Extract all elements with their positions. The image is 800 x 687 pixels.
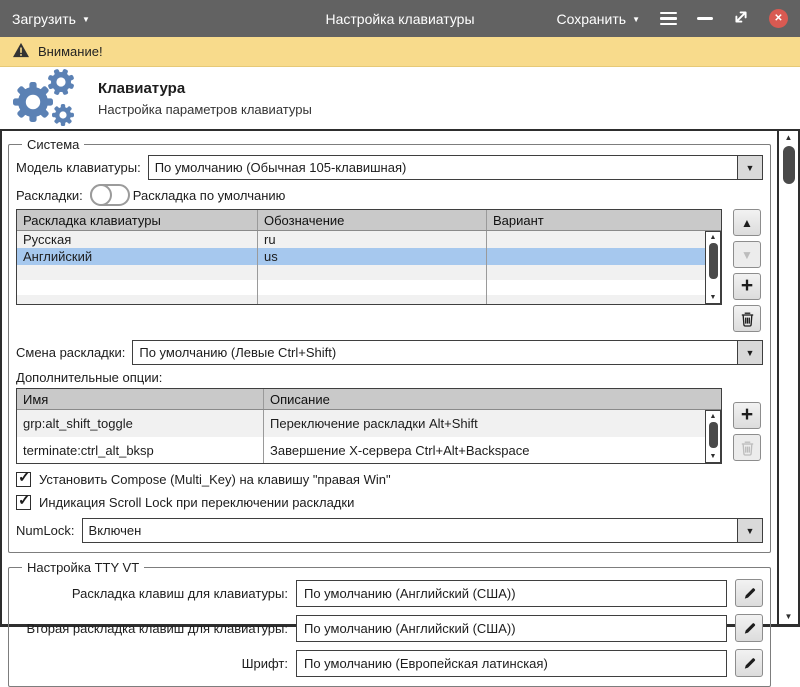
save-menu-button[interactable]: Сохранить ▼ [557, 11, 641, 27]
cell-variant [487, 248, 721, 265]
layouts-label: Раскладки: [16, 187, 83, 203]
scroll-up-icon[interactable]: ▲ [710, 412, 717, 421]
column-header-code: Обозначение [258, 210, 487, 230]
layout-switch-label: Смена раскладки: [16, 345, 126, 360]
content-area: Система Модель клавиатуры: По умолчанию … [0, 129, 800, 687]
compose-checkbox[interactable]: ✓ [16, 469, 31, 487]
column-header-name: Имя [17, 389, 264, 409]
scrollbar-thumb[interactable] [708, 422, 718, 448]
column-header-variant: Вариант [493, 212, 544, 228]
menu-icon[interactable] [660, 11, 677, 26]
layout-table: Раскладка клавиатуры Обозначение Вариант… [16, 209, 722, 305]
tty-layout2-label: Вторая раскладка клавиш для клавиатуры: [26, 620, 288, 636]
delete-option-button[interactable] [733, 434, 761, 461]
edit-tty-layout2-button[interactable] [735, 614, 763, 642]
chevron-down-icon: ▼ [632, 15, 640, 24]
table-row-english-selected[interactable]: Английский us [17, 248, 721, 265]
chevron-down-icon: ▼ [81, 15, 90, 24]
scroll-down-icon[interactable]: ▼ [785, 612, 793, 622]
add-layout-button[interactable]: + [733, 273, 761, 300]
table-row-option[interactable]: grp:alt_shift_toggle Переключение раскла… [17, 410, 721, 437]
scroll-down-icon[interactable]: ▼ [710, 452, 717, 461]
warning-text: Внимание! [38, 44, 103, 59]
page-header: Клавиатура Настройка параметров клавиату… [0, 67, 800, 129]
options-table-scrollbar[interactable]: ▲ ▼ [705, 410, 721, 463]
layout-switch-value: По умолчанию (Левые Ctrl+Shift) [139, 345, 337, 360]
tty-font-value: По умолчанию (Европейская латинская) [304, 655, 548, 671]
cell-code: ru [258, 231, 487, 248]
compose-checkbox-label: Установить Compose (Multi_Key) на клавиш… [39, 472, 391, 487]
tty-font-label: Шрифт: [241, 655, 288, 671]
cell-layout: Русская [17, 231, 258, 248]
scroll-down-icon[interactable]: ▼ [710, 293, 717, 302]
expand-icon[interactable] [733, 9, 749, 28]
numlock-select[interactable]: Включен ▼ [81, 518, 763, 543]
main-scrollbar[interactable]: ▲ ▼ [777, 131, 798, 624]
edit-tty-layout-button[interactable] [735, 579, 763, 607]
options-table-header: Имя Описание [17, 389, 721, 410]
layout-table-header: Раскладка клавиатуры Обозначение Вариант [17, 210, 721, 231]
column-header-description: Описание [270, 391, 330, 407]
cell-code: us [258, 248, 487, 265]
table-row-russian[interactable]: Русская ru [17, 231, 721, 248]
layouts-default-toggle[interactable] [89, 184, 130, 206]
extra-options-label: Дополнительные опции: [16, 370, 163, 385]
table-row-option[interactable]: terminate:ctrl_alt_bksp Завершение X-сер… [17, 437, 721, 463]
delete-layout-button[interactable] [733, 305, 761, 332]
add-option-button[interactable]: + [733, 402, 761, 429]
layouts-toggle-text: Раскладка по умолчанию [132, 187, 286, 203]
gears-icon [6, 67, 82, 130]
numlock-value: Включен [88, 523, 142, 538]
tty-section-legend: Настройка TTY VT [27, 560, 140, 575]
warning-icon [12, 42, 30, 61]
scrollbar-thumb[interactable] [782, 146, 795, 184]
tty-layout-field[interactable]: По умолчанию (Английский (США)) [296, 579, 727, 607]
tty-section: Настройка TTY VT Раскладка клавиш для кл… [8, 560, 771, 687]
save-menu-label: Сохранить [556, 10, 627, 27]
tty-font-field[interactable]: По умолчанию (Европейская латинская) [296, 649, 727, 677]
keyboard-model-select[interactable]: По умолчанию (Обычная 105-клавишная) ▼ [147, 155, 763, 180]
cell-option-name: terminate:ctrl_alt_bksp [17, 437, 264, 463]
page-title: Клавиатура [98, 79, 186, 97]
tty-layout-label: Раскладка клавиш для клавиатуры: [71, 585, 288, 601]
scroll-up-icon[interactable]: ▲ [785, 133, 793, 143]
cell-variant [487, 231, 721, 248]
system-section: Система Модель клавиатуры: По умолчанию … [8, 137, 771, 553]
move-up-button[interactable]: ▲ [733, 209, 761, 236]
layout-switch-select[interactable]: По умолчанию (Левые Ctrl+Shift) ▼ [132, 340, 763, 365]
system-section-legend: Система [27, 137, 80, 152]
move-down-button[interactable]: ▼ [733, 241, 761, 268]
edit-tty-font-button[interactable] [735, 649, 763, 677]
column-header-layout: Раскладка клавиатуры [17, 210, 258, 230]
minimize-icon[interactable] [697, 17, 713, 20]
table-empty-row [17, 295, 721, 304]
tty-layout2-value: По умолчанию (Английский (США)) [304, 620, 516, 636]
keyboard-model-label: Модель клавиатуры: [16, 160, 141, 175]
cell-layout: Английский [17, 248, 258, 265]
close-button[interactable]: ✕ [769, 9, 788, 28]
scrolllock-checkbox-label: Индикация Scroll Lock при переключении р… [39, 495, 355, 510]
scrolllock-checkbox[interactable]: ✓ [16, 492, 31, 510]
tty-layout-value: По умолчанию (Английский (США)) [304, 585, 516, 601]
load-menu-button[interactable]: Загрузить ▼ [12, 11, 90, 27]
warning-banner: Внимание! [0, 37, 800, 67]
cell-option-name: grp:alt_shift_toggle [17, 410, 264, 437]
numlock-label: NumLock: [16, 523, 75, 538]
cell-option-description: Переключение раскладки Alt+Shift [270, 416, 478, 431]
layout-table-scrollbar[interactable]: ▲ ▼ [705, 231, 721, 304]
load-menu-label: Загрузить [12, 10, 76, 27]
dropdown-arrow-icon[interactable]: ▼ [737, 156, 762, 179]
scroll-up-icon[interactable]: ▲ [710, 233, 717, 242]
dropdown-arrow-icon[interactable]: ▼ [737, 519, 762, 542]
options-table: Имя Описание grp:alt_shift_toggle Перекл… [16, 388, 722, 464]
scrollbar-thumb[interactable] [708, 243, 718, 279]
table-empty-row [17, 265, 721, 280]
tty-layout2-field[interactable]: По умолчанию (Английский (США)) [296, 614, 727, 642]
table-empty-row [17, 280, 721, 295]
page-subtitle: Настройка параметров клавиатуры [98, 101, 312, 117]
dropdown-arrow-icon[interactable]: ▼ [737, 341, 762, 364]
cell-option-description: Завершение X-сервера Ctrl+Alt+Backspace [270, 443, 530, 458]
title-bar: Загрузить ▼ Настройка клавиатуры Сохрани… [0, 0, 800, 37]
keyboard-model-value: По умолчанию (Обычная 105-клавишная) [154, 160, 407, 175]
